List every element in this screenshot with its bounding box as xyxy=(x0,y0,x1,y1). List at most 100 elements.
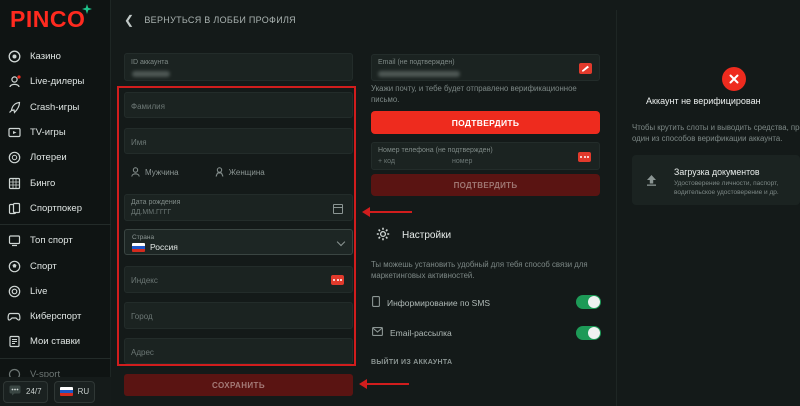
birthdate-placeholder: ДД.ММ.ГГГГ xyxy=(131,209,172,216)
rocket-icon xyxy=(7,100,21,114)
back-to-profile-lobby-link[interactable]: ❮ ВЕРНУТЬСЯ В ЛОББИ ПРОФИЛЯ xyxy=(124,14,296,26)
sidebar-item-label: TV-игры xyxy=(30,127,66,139)
country-select[interactable]: Страна Россия xyxy=(124,229,353,255)
save-button[interactable]: СОХРАНИТЬ xyxy=(124,374,353,396)
document-upload-title: Загрузка документов xyxy=(674,167,760,177)
bets-list-icon xyxy=(7,335,21,349)
support-label: 24/7 xyxy=(26,387,42,396)
casino-chip-icon xyxy=(7,50,21,64)
lottery-ball-icon xyxy=(7,151,21,165)
email-toggle[interactable] xyxy=(576,326,601,340)
city-input[interactable]: Город xyxy=(124,302,353,329)
document-upload-card[interactable]: Загрузка документов Удостоверение личнос… xyxy=(632,155,800,205)
account-id-value-blurred xyxy=(132,71,170,77)
more-dots-icon xyxy=(331,275,344,285)
gender-male-radio[interactable]: Мужчина xyxy=(131,167,179,177)
country-value: Россия xyxy=(132,242,178,252)
back-label: ВЕРНУТЬСЯ В ЛОББИ ПРОФИЛЯ xyxy=(144,15,296,25)
russia-flag-icon xyxy=(59,387,73,396)
bingo-card-icon xyxy=(7,176,21,190)
sidebar-item-sport[interactable]: Спорт xyxy=(0,253,111,278)
language-label: RU xyxy=(77,387,90,396)
settings-title: Настройки xyxy=(402,230,452,241)
index-input[interactable]: Индекс xyxy=(124,266,353,293)
email-field[interactable]: Email (не подтвержден) xyxy=(371,54,600,81)
logout-link[interactable]: ВЫЙТИ ИЗ АККАУНТА xyxy=(371,359,452,366)
gear-icon xyxy=(376,227,390,244)
sidebar-item-lottery[interactable]: Лотереи xyxy=(0,145,111,170)
gender-radio-group: Мужчина Женщина xyxy=(131,167,265,177)
settings-hint: Ты можешь установить удобный для тебя сп… xyxy=(371,260,588,280)
sidebar-item-esports[interactable]: Киберспорт xyxy=(0,304,111,329)
phone-label: Номер телефона (не подтвержден) xyxy=(378,147,493,154)
sidebar-item-label: Мои ставки xyxy=(30,336,81,348)
gender-female-radio[interactable]: Женщина xyxy=(215,167,265,177)
surname-input[interactable]: Фамилия xyxy=(124,92,353,118)
birthdate-input[interactable]: Дата рождения ДД.ММ.ГГГГ xyxy=(124,194,353,221)
upload-arrow-icon xyxy=(646,173,657,191)
sidebar-item-label: Спортпокер xyxy=(30,202,82,214)
sidebar-item-label: Live xyxy=(30,285,48,297)
sms-label: Информирование по SMS xyxy=(387,297,491,308)
live-icon xyxy=(7,284,21,298)
sidebar-item-bingo[interactable]: Бинго xyxy=(0,170,111,195)
sidebar-item-casino[interactable]: Казино xyxy=(0,44,111,69)
female-person-icon xyxy=(215,167,224,177)
sidebar-item-label: Топ спорт xyxy=(30,235,73,247)
address-placeholder: Адрес xyxy=(131,348,154,357)
email-value-blurred xyxy=(378,71,460,77)
confirm-email-button[interactable]: ПОДТВЕРДИТЬ xyxy=(371,111,600,134)
more-dots-icon xyxy=(578,152,591,162)
address-input[interactable]: Адрес xyxy=(124,338,353,364)
account-id-label: ID аккаунта xyxy=(131,59,169,66)
sidebar: PINCO Казино Live-дилеры Crash-игры TV-и… xyxy=(0,0,111,406)
male-label: Мужчина xyxy=(145,167,179,177)
phone-icon xyxy=(372,296,380,309)
sidebar-item-label: Crash-игры xyxy=(30,101,80,113)
email-option: Email-рассылка xyxy=(372,327,452,338)
tv-icon xyxy=(7,126,21,140)
edit-icon[interactable] xyxy=(579,63,592,74)
phone-code-placeholder: + код xyxy=(378,158,395,165)
sidebar-item-live-dealers[interactable]: Live-дилеры xyxy=(0,69,111,94)
sidebar-footer: 24/7 RU xyxy=(0,377,111,406)
sidebar-item-label: Спорт xyxy=(30,260,57,272)
account-id-field: ID аккаунта xyxy=(124,53,353,81)
name-placeholder: Имя xyxy=(131,138,147,147)
birthdate-label: Дата рождения xyxy=(131,199,181,206)
trophy-icon xyxy=(7,234,21,248)
sidebar-item-tv-games[interactable]: TV-игры xyxy=(0,120,111,145)
sidebar-item-my-bets[interactable]: Мои ставки xyxy=(0,329,111,354)
female-label: Женщина xyxy=(228,167,265,177)
sidebar-item-crash-games[interactable]: Crash-игры xyxy=(0,95,111,120)
chevron-left-icon: ❮ xyxy=(124,13,135,27)
phone-field[interactable]: Номер телефона (не подтвержден) + код но… xyxy=(371,142,600,170)
sms-option: Информирование по SMS xyxy=(372,296,490,309)
calendar-icon[interactable] xyxy=(333,204,343,214)
pinco-logo[interactable]: PINCO xyxy=(10,6,85,33)
sidebar-item-sportpoker[interactable]: Спортпокер xyxy=(0,196,111,221)
mail-icon xyxy=(372,327,383,338)
gamepad-icon xyxy=(7,310,21,324)
sms-toggle[interactable] xyxy=(576,295,601,309)
sidebar-item-live[interactable]: Live xyxy=(0,279,111,304)
support-button[interactable]: 24/7 xyxy=(3,380,48,403)
russia-flag-icon xyxy=(132,242,145,252)
error-x-icon xyxy=(722,67,746,91)
sidebar-item-label: Live-дилеры xyxy=(30,76,85,88)
sidebar-item-label: Бинго xyxy=(30,177,56,189)
annotation-arrow xyxy=(362,207,412,217)
email-hint: Укажи почту, и тебе будет отправлено вер… xyxy=(371,84,577,104)
sidebar-divider xyxy=(0,224,111,226)
index-placeholder: Индекс xyxy=(131,276,158,285)
sidebar-item-label: Киберспорт xyxy=(30,311,82,323)
verification-status-text: Чтобы крутить слоты и выводить средства,… xyxy=(632,123,800,143)
confirm-phone-button[interactable]: ПОДТВЕРДИТЬ xyxy=(371,174,600,196)
sidebar-item-top-sport[interactable]: Топ спорт xyxy=(0,228,111,253)
annotation-arrow xyxy=(359,379,409,389)
email-newsletter-label: Email-рассылка xyxy=(390,327,452,338)
language-selector[interactable]: RU xyxy=(53,380,96,403)
column-divider xyxy=(616,10,617,406)
chevron-down-icon xyxy=(336,237,346,247)
name-input[interactable]: Имя xyxy=(124,128,353,154)
